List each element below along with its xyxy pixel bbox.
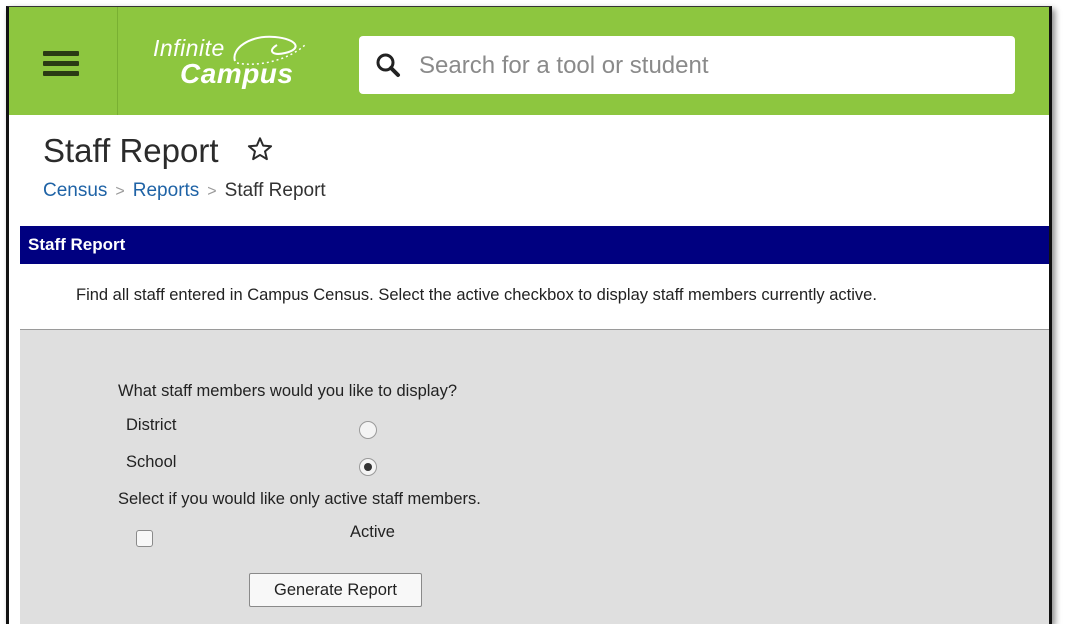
menu-area bbox=[9, 7, 118, 115]
hamburger-menu-icon[interactable] bbox=[43, 51, 79, 77]
app-window: Infinite Campus Staff Report Census > Repo… bbox=[6, 6, 1052, 624]
school-label: School bbox=[126, 453, 177, 471]
infinite-campus-logo[interactable]: Infinite Campus bbox=[153, 35, 323, 99]
breadcrumb-current: Staff Report bbox=[224, 180, 326, 201]
breadcrumb-link-reports[interactable]: Reports bbox=[133, 180, 200, 201]
district-radio[interactable] bbox=[359, 421, 377, 439]
logo-text-line2: Campus bbox=[180, 58, 294, 89]
panel-header: Staff Report bbox=[20, 226, 1049, 264]
search-box[interactable] bbox=[359, 36, 1015, 94]
generate-report-button[interactable]: Generate Report bbox=[249, 573, 422, 607]
description-text: Find all staff entered in Campus Census.… bbox=[76, 286, 877, 304]
school-radio[interactable] bbox=[359, 458, 377, 476]
chevron-right-icon: > bbox=[207, 183, 217, 200]
breadcrumb: Census > Reports > Staff Report bbox=[43, 180, 326, 202]
active-label: Active bbox=[350, 523, 395, 541]
district-label: District bbox=[126, 416, 177, 434]
chevron-right-icon: > bbox=[115, 183, 125, 200]
search-input[interactable] bbox=[417, 48, 1001, 84]
star-outline-icon[interactable] bbox=[246, 135, 274, 163]
report-options-form: What staff members would you like to dis… bbox=[20, 330, 1049, 624]
active-prompt-label: Select if you would like only active sta… bbox=[118, 490, 481, 508]
search-icon bbox=[376, 53, 400, 77]
breadcrumb-link-census[interactable]: Census bbox=[43, 180, 107, 201]
page-title: Staff Report bbox=[43, 132, 219, 169]
panel-description: Find all staff entered in Campus Census.… bbox=[20, 264, 1049, 330]
display-question-label: What staff members would you like to dis… bbox=[118, 382, 458, 400]
top-navigation-bar: Infinite Campus bbox=[9, 7, 1049, 115]
active-checkbox[interactable] bbox=[136, 530, 153, 547]
